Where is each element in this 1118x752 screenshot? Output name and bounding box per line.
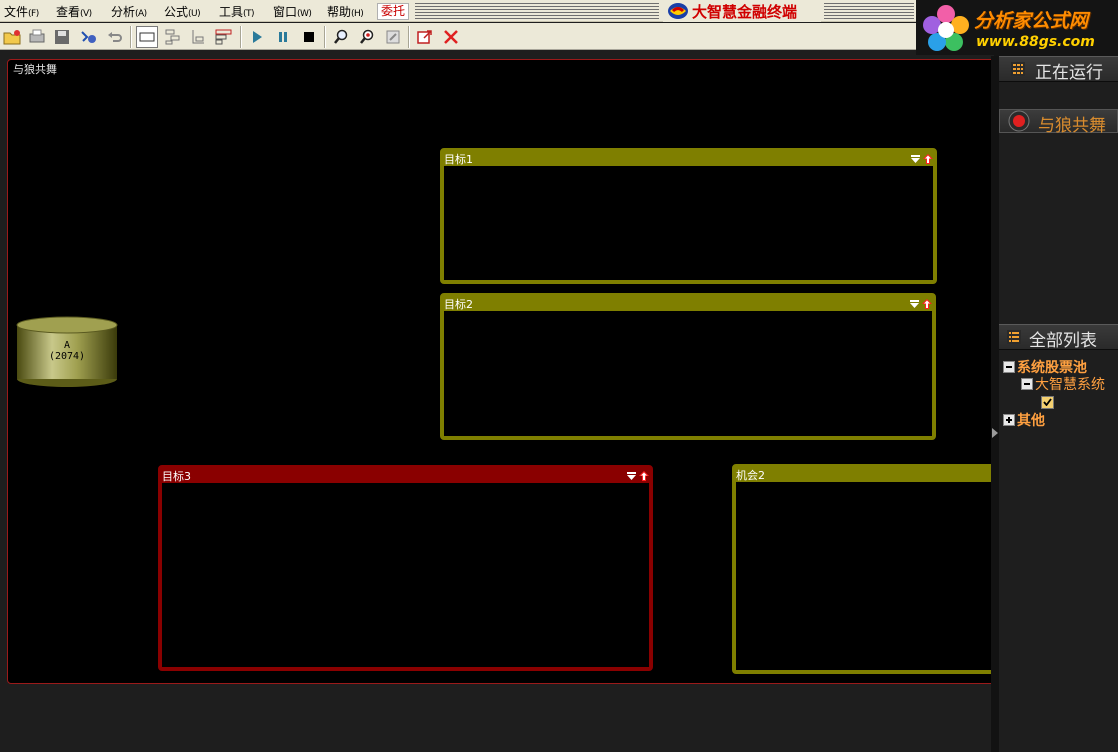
menu-window[interactable]: 窗口(W) xyxy=(273,3,312,20)
toolbar-separator xyxy=(240,26,242,48)
pause-icon[interactable] xyxy=(272,26,294,48)
layout-single-icon[interactable] xyxy=(136,26,158,48)
running-strategy-button[interactable]: 与狼共舞 xyxy=(999,109,1118,136)
database-name: A xyxy=(63,340,71,351)
move-up-icon[interactable] xyxy=(923,154,933,164)
app-title-text: 大智慧金融终端 xyxy=(692,3,798,21)
sidebar-splitter[interactable] xyxy=(991,56,999,752)
checkmark-icon xyxy=(1043,398,1052,406)
panel-header: 机会2 xyxy=(736,468,994,482)
toolbar-separator xyxy=(130,26,132,48)
strategy-canvas[interactable]: 与狼共舞 A (2074) 目标1 目标2 目标3 机会2 xyxy=(7,59,994,684)
collapse-arrow-icon[interactable] xyxy=(992,428,998,438)
flower-logo-icon xyxy=(923,5,969,51)
tree-node-checkbox[interactable] xyxy=(1041,394,1054,410)
move-up-icon[interactable] xyxy=(639,471,649,481)
strategy-workspace: 与狼共舞 A (2074) 目标1 目标2 目标3 机会2 xyxy=(0,55,994,752)
menu-formula[interactable]: 公式(U) xyxy=(164,3,201,20)
all-list-title: 全部列表 xyxy=(1029,331,1097,351)
search-stock-icon[interactable] xyxy=(356,26,378,48)
export-icon[interactable] xyxy=(382,26,404,48)
stop-icon[interactable] xyxy=(298,26,320,48)
watermark-logo: 分析家公式网 www.88gs.com xyxy=(916,0,1118,56)
menu-bar: 文件(F) 查看(V) 分析(A) 公式(U) 工具(T) 窗口(W) 帮助(H… xyxy=(0,0,916,22)
tools-icon[interactable] xyxy=(78,26,100,48)
layout-list-icon[interactable] xyxy=(213,26,235,48)
toolbar-separator xyxy=(408,26,410,48)
toolbar xyxy=(0,23,916,50)
play-icon[interactable] xyxy=(246,26,268,48)
external-window-icon[interactable] xyxy=(414,26,436,48)
entrust-button[interactable]: 委托 xyxy=(377,3,409,20)
checkbox[interactable] xyxy=(1041,395,1054,409)
panel-title: 机会2 xyxy=(736,469,765,482)
title-stripes-right xyxy=(824,3,914,19)
collapse-toggle-icon[interactable] xyxy=(1021,378,1033,390)
canvas-title: 与狼共舞 xyxy=(13,63,57,76)
running-title: 正在运行 xyxy=(1035,63,1103,83)
brand-logo-icon xyxy=(668,3,688,19)
title-stripes-left xyxy=(415,3,659,19)
tree-node-other[interactable]: 其他 xyxy=(1003,412,1045,429)
print-icon[interactable] xyxy=(26,26,48,48)
panel-title: 目标3 xyxy=(162,470,191,483)
move-up-icon[interactable] xyxy=(922,299,932,309)
close-icon[interactable] xyxy=(440,26,462,48)
menu-help[interactable]: 帮助(H) xyxy=(327,3,364,20)
panel-title: 目标1 xyxy=(444,153,473,166)
panel-header: 目标3 xyxy=(162,469,649,483)
record-icon xyxy=(1008,110,1030,132)
database-count: (2074) xyxy=(48,351,86,362)
watermark-url: www.88gs.com xyxy=(976,34,1095,50)
menu-tools[interactable]: 工具(T) xyxy=(219,3,255,20)
layout-branch-icon[interactable] xyxy=(187,26,209,48)
right-sidebar: 正在运行 与狼共舞 全部列表 系统股票池 大智慧系统 其他 xyxy=(999,56,1118,752)
panel-target1[interactable]: 目标1 xyxy=(440,148,937,284)
app-title: 大智慧金融终端 xyxy=(663,0,821,22)
expand-toggle-icon[interactable] xyxy=(1003,414,1015,426)
search-icon[interactable] xyxy=(330,26,352,48)
panel-target3[interactable]: 目标3 xyxy=(158,465,653,671)
list-icon xyxy=(1007,330,1021,344)
watermark-title: 分析家公式网 xyxy=(974,10,1089,32)
layout-tree-icon[interactable] xyxy=(162,26,184,48)
panel-header: 目标1 xyxy=(444,152,933,166)
stock-database-node[interactable]: A (2074) xyxy=(16,316,118,388)
collapse-icon[interactable] xyxy=(911,154,920,164)
tree-label: 大智慧系统 xyxy=(1035,377,1105,393)
collapse-toggle-icon[interactable] xyxy=(1003,361,1015,373)
tree-node-stock-pool[interactable]: 系统股票池 xyxy=(1003,359,1087,376)
grid-icon xyxy=(1011,62,1025,76)
open-folder-icon[interactable] xyxy=(1,26,23,48)
menu-file[interactable]: 文件(F) xyxy=(4,3,39,20)
panel-header: 目标2 xyxy=(444,297,932,311)
menu-view[interactable]: 查看(V) xyxy=(56,3,92,20)
panel-target2[interactable]: 目标2 xyxy=(440,293,936,440)
menu-analysis[interactable]: 分析(A) xyxy=(111,3,147,20)
toolbar-separator xyxy=(324,26,326,48)
running-strategy-label: 与狼共舞 xyxy=(1038,116,1106,136)
tree-node-system-pool[interactable]: 大智慧系统 xyxy=(1021,376,1105,393)
undo-icon[interactable] xyxy=(104,26,126,48)
running-header: 正在运行 xyxy=(999,56,1118,83)
collapse-icon[interactable] xyxy=(910,299,919,309)
save-icon[interactable] xyxy=(51,26,73,48)
panel-opportunity2[interactable]: 机会2 xyxy=(732,464,994,674)
all-list-header: 全部列表 xyxy=(999,324,1118,351)
collapse-icon[interactable] xyxy=(627,471,636,481)
panel-title: 目标2 xyxy=(444,298,473,311)
tree-label: 其他 xyxy=(1017,413,1045,429)
